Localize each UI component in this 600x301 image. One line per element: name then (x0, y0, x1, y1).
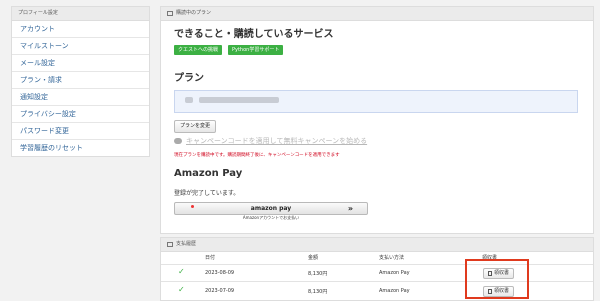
service-tag-quest: クエストへの挑戦 (174, 45, 223, 55)
payment-date: 2023-08-09 (205, 270, 235, 276)
amazon-pay-button[interactable]: amazon pay » (174, 202, 368, 215)
subscription-panel-header: 購読中のプラン (161, 7, 593, 21)
sidebar-item-notifications[interactable]: 通知設定 (12, 89, 149, 106)
payment-amount: 8,130円 (308, 289, 328, 295)
column-amount: 金額 (308, 255, 319, 261)
plan-title: プラン (174, 73, 204, 84)
sidebar-header: プロフィール設定 (12, 7, 149, 21)
sidebar-item-password[interactable]: パスワード変更 (12, 123, 149, 140)
check-icon: ✓ (178, 285, 185, 294)
profile-settings-sidebar: プロフィール設定 アカウント マイルストーン メール設定 プラン・請求 通知設定… (11, 6, 150, 157)
sidebar-item-milestone[interactable]: マイルストーン (12, 38, 149, 55)
amazon-lock-icon (191, 205, 194, 208)
piggy-bank-icon (174, 138, 182, 144)
payment-history-title: 支払履歴 (176, 241, 197, 247)
subscription-panel: 購読中のプラン できること・購読しているサービス クエストへの挑戦 Python… (160, 6, 594, 234)
table-divider (161, 264, 593, 265)
sidebar-item-privacy[interactable]: プライバシー設定 (12, 106, 149, 123)
list-icon (167, 242, 173, 247)
payment-method: Amazon Pay (379, 270, 410, 276)
sidebar-item-mail-settings[interactable]: メール設定 (12, 55, 149, 72)
sidebar-item-reset-history[interactable]: 学習履歴のリセット (12, 140, 149, 156)
service-tag-python: Python学習サポート (228, 45, 284, 55)
amazon-pay-status: 登録が完了しています。 (174, 190, 240, 197)
amazon-pay-logo: amazon pay (250, 205, 292, 212)
calendar-icon (167, 11, 173, 16)
column-method: 支払い方法 (379, 255, 405, 261)
receipt-label: 領収書 (494, 288, 510, 294)
column-date: 日付 (205, 255, 216, 261)
table-divider (161, 281, 593, 282)
campaign-code-label: キャンペーンコードを適用して無料キャンペーンを始める (186, 137, 368, 145)
document-icon (488, 271, 492, 276)
amazon-pay-title: Amazon Pay (174, 168, 243, 179)
receipt-label: 領収書 (494, 270, 510, 276)
redacted-plan-name (199, 97, 279, 103)
redacted-plan-mark (185, 97, 193, 103)
payment-history-header: 支払履歴 (161, 238, 593, 252)
column-receipt: 領収書 (482, 255, 498, 261)
amazon-pay-subtext: Amazonアカウントでお支払い (242, 215, 300, 220)
campaign-code-link[interactable]: キャンペーンコードを適用して無料キャンペーンを始める (174, 136, 367, 146)
campaign-warning: 現在プランを購読中です。購読期間終了後に、キャンペーンコードを適用できます (174, 153, 340, 158)
payment-history-panel: 支払履歴 日付 金額 支払い方法 領収書 ✓ 2023-08-09 8,130円… (160, 237, 594, 301)
current-plan-box (174, 90, 578, 113)
subscription-panel-title: 購読中のプラン (176, 10, 212, 16)
double-chevron-icon: » (347, 204, 353, 213)
payment-date: 2023-07-09 (205, 288, 235, 294)
services-title: できること・購読しているサービス (174, 29, 334, 40)
payment-amount: 8,130円 (308, 271, 328, 277)
payment-method: Amazon Pay (379, 288, 410, 294)
change-plan-button[interactable]: プランを変更 (174, 120, 217, 133)
sidebar-item-plan-billing[interactable]: プラン・請求 (12, 72, 149, 89)
sidebar-item-account[interactable]: アカウント (12, 21, 149, 38)
receipt-button[interactable]: 領収書 (483, 268, 515, 279)
receipt-button[interactable]: 領収書 (483, 286, 515, 297)
document-icon (488, 289, 492, 294)
check-icon: ✓ (178, 267, 185, 276)
